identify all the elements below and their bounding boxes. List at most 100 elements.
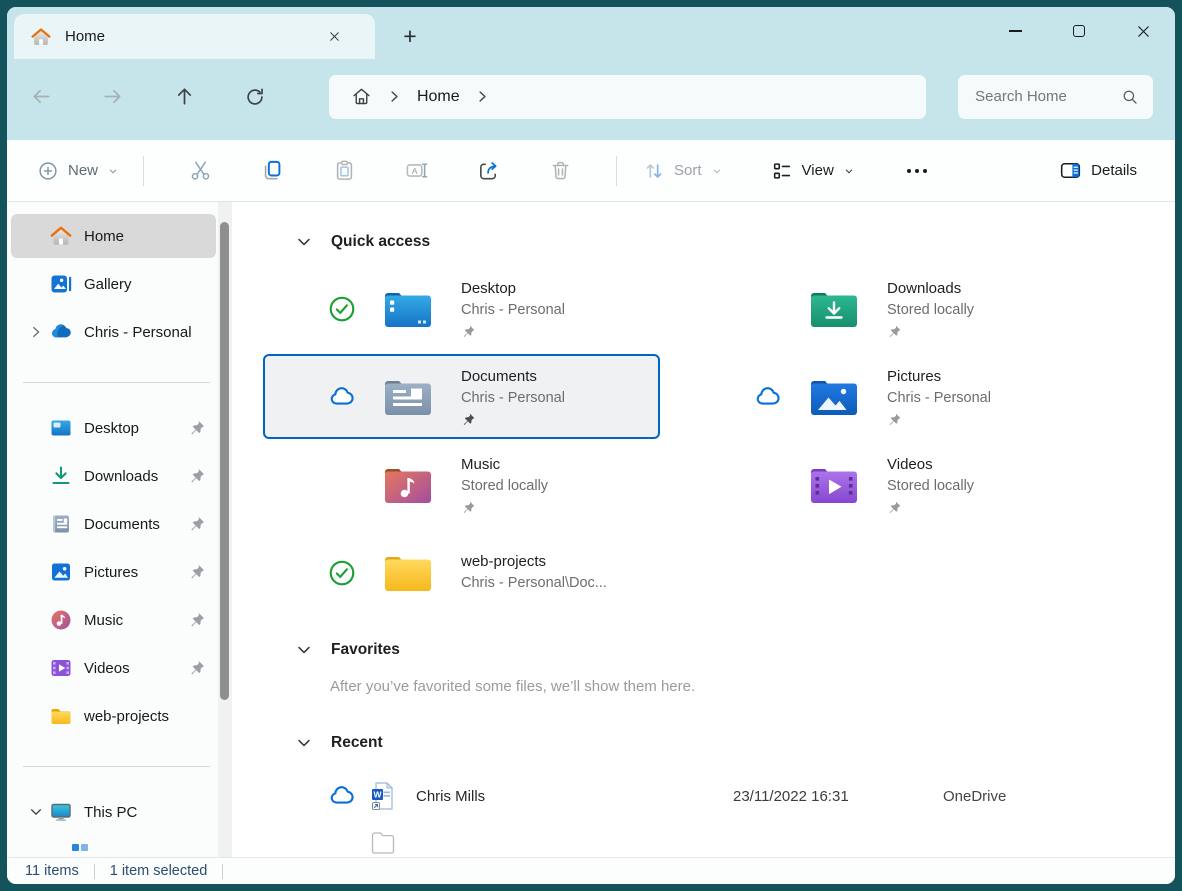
file-tile-downloads[interactable]: Downloads Stored locally: [689, 266, 1086, 351]
chevron-down-icon[interactable]: [296, 737, 312, 749]
sidebar-item-music[interactable]: Music: [11, 598, 216, 642]
recent-file-row-partial[interactable]: [370, 827, 1175, 857]
sidebar-item-desktop[interactable]: Desktop: [11, 406, 216, 450]
sidebar-divider: [7, 358, 232, 406]
sidebar-item-documents[interactable]: Documents: [11, 502, 216, 546]
recent-file-row[interactable]: W Chris Mills 23/11/2022 16:31 OneDrive: [327, 779, 1175, 813]
section-favorites-header[interactable]: Favorites: [296, 636, 1175, 664]
section-recent-header[interactable]: Recent: [296, 729, 1175, 757]
view-button[interactable]: View: [765, 154, 861, 188]
sidebar-item-onedrive[interactable]: Chris - Personal: [11, 310, 216, 354]
music-icon: [49, 608, 73, 632]
maximize-button[interactable]: [1047, 7, 1111, 55]
sidebar-item-this-pc[interactable]: This PC: [11, 790, 216, 834]
scrollbar-thumb[interactable]: [220, 222, 229, 700]
breadcrumb-chevron-icon[interactable]: [389, 90, 400, 103]
up-button[interactable]: [164, 77, 203, 117]
file-detail: Stored locally: [887, 475, 974, 497]
sort-arrows-icon: [643, 160, 665, 182]
file-name: Desktop: [461, 278, 565, 299]
file-detail: Chris - Personal: [887, 387, 991, 409]
copy-button[interactable]: [236, 151, 308, 191]
synced-status-icon: [327, 558, 357, 588]
file-detail: Chris - Personal: [461, 299, 565, 321]
sidebar-divider: [7, 742, 232, 790]
sidebar-item-downloads[interactable]: Downloads: [11, 454, 216, 498]
details-button-label: Details: [1091, 162, 1137, 179]
details-button[interactable]: Details: [1053, 153, 1143, 188]
sidebar-item-videos[interactable]: Videos: [11, 646, 216, 690]
rename-button[interactable]: A: [380, 151, 452, 191]
folder-icon: [49, 704, 73, 728]
chevron-right-icon[interactable]: [23, 325, 49, 339]
view-button-label: View: [802, 162, 834, 179]
pictures-folder-icon: [808, 375, 860, 419]
search-icon[interactable]: [1121, 88, 1139, 106]
address-bar[interactable]: Home: [329, 75, 926, 119]
file-tile-videos[interactable]: Videos Stored locally: [689, 442, 1086, 527]
home-icon: [30, 26, 52, 48]
cut-button[interactable]: [164, 151, 236, 191]
pin-icon: [188, 659, 206, 677]
delete-button[interactable]: [524, 151, 596, 191]
back-button[interactable]: [22, 77, 61, 117]
paste-button[interactable]: [308, 151, 380, 191]
search-input[interactable]: Search Home: [975, 88, 1121, 105]
refresh-button[interactable]: [236, 77, 275, 117]
new-tab-button[interactable]: +: [393, 19, 427, 53]
videos-icon: [49, 656, 73, 680]
breadcrumb-chevron-icon[interactable]: [477, 90, 488, 103]
folder-icon: [382, 551, 434, 595]
pin-icon: [188, 419, 206, 437]
new-button[interactable]: New: [33, 154, 123, 188]
more-options-button[interactable]: [899, 159, 935, 183]
breadcrumb-home-icon[interactable]: [351, 86, 372, 107]
pin-icon: [188, 611, 206, 629]
sidebar-item-pictures[interactable]: Pictures: [11, 550, 216, 594]
section-quick-access-header[interactable]: Quick access: [296, 228, 1175, 256]
file-explorer-window: Home +: [7, 7, 1175, 884]
sidebar-item-gallery[interactable]: Gallery: [11, 262, 216, 306]
pin-icon: [188, 515, 206, 533]
file-detail: Chris - Personal\Doc...: [461, 572, 607, 594]
share-button[interactable]: [452, 151, 524, 191]
forward-button[interactable]: [93, 77, 132, 117]
chevron-down-icon: [711, 165, 723, 177]
pin-icon: [461, 324, 476, 339]
sort-button[interactable]: Sort: [637, 154, 729, 188]
videos-folder-icon: [808, 463, 860, 507]
tab-home[interactable]: Home: [14, 14, 375, 59]
tab-title: Home: [65, 28, 105, 45]
close-button[interactable]: [1111, 7, 1175, 55]
sidebar-item-home[interactable]: Home: [11, 214, 216, 258]
minimize-button[interactable]: [983, 7, 1047, 55]
chevron-down-icon[interactable]: [296, 236, 312, 248]
pin-icon: [188, 563, 206, 581]
desktop-background: Home +: [0, 0, 1182, 891]
file-tile-documents[interactable]: Documents Chris - Personal: [263, 354, 660, 439]
tab-bar: Home +: [7, 7, 1175, 59]
pin-icon: [461, 412, 476, 427]
sidebar-item-web-projects[interactable]: web-projects: [11, 694, 216, 738]
breadcrumb-segment[interactable]: Home: [417, 88, 460, 106]
home-icon: [49, 224, 73, 248]
navigation-pane: Home Gallery Chris - Personal: [7, 202, 232, 857]
chevron-down-icon[interactable]: [296, 644, 312, 656]
pin-icon: [887, 324, 902, 339]
documents-folder-icon: [382, 375, 434, 419]
chevron-down-icon[interactable]: [23, 806, 49, 818]
view-layout-icon: [771, 160, 793, 182]
sidebar-item-partial[interactable]: [7, 838, 232, 868]
section-title: Recent: [331, 734, 383, 752]
file-tile-pictures[interactable]: Pictures Chris - Personal: [689, 354, 1086, 439]
tab-close-icon[interactable]: [321, 24, 347, 50]
file-tile-desktop[interactable]: Desktop Chris - Personal: [263, 266, 660, 351]
sort-button-label: Sort: [674, 162, 702, 179]
sidebar-scrollbar[interactable]: [218, 202, 232, 857]
pictures-icon: [49, 560, 73, 584]
documents-icon: [49, 512, 73, 536]
file-tile-web-projects[interactable]: web-projects Chris - Personal\Doc...: [263, 530, 660, 615]
file-tile-music[interactable]: Music Stored locally: [263, 442, 660, 527]
search-box[interactable]: Search Home: [958, 75, 1153, 119]
recent-file-date: 23/11/2022 16:31: [733, 788, 873, 805]
